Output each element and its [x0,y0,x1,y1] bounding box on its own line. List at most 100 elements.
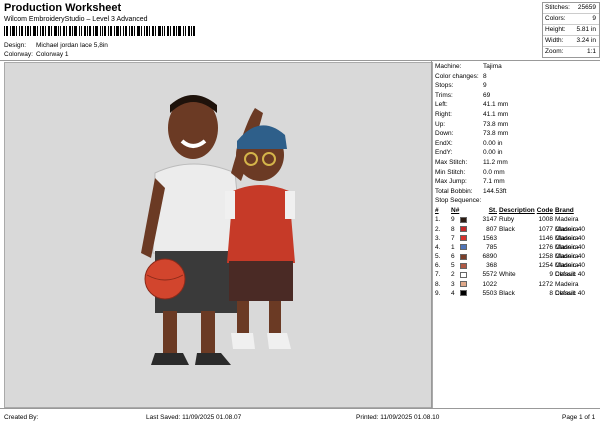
stop-row: 2. 8 807 1077 Madeira Classic 40 [432,225,598,242]
stop-row: 7. 2 5572 White 9 Default [432,270,598,279]
barcode-bar [40,26,41,36]
stop-needle: 2 [451,271,455,279]
barcode-bar [69,26,71,36]
divider [0,60,600,61]
barcode-bar [51,26,52,36]
info-value: 11.2 mm [483,158,508,166]
design-value: Michael jordan lace 5,8in [36,42,108,49]
info-value: 0.0 mm [483,168,505,176]
color-swatch [460,262,467,269]
col-code: Code [536,207,553,215]
machine-info-panel: Machine: Tajima Color changes: 8 Stops: 9 Trim… [432,62,598,298]
stop-brand: Madeira Classic 40 [555,280,585,297]
color-swatch [460,281,467,288]
barcode-bar [4,26,5,36]
stop-description [499,234,531,243]
info-value: 144.53ft [483,187,507,195]
info-value: 0.00 in [483,149,503,157]
info-key: Total Bobbin: [435,187,473,195]
stop-row: 6. 5 368 1254 Madeira Classic 40 [432,261,598,278]
col-st: St. [488,207,497,215]
summary-value: 1:1 [586,48,596,55]
info-key: Left: [435,101,448,109]
stop-stitches: 1563 [482,234,497,242]
info-value: 7.1 mm [483,178,505,186]
page-number: Page 1 of 1 [562,414,596,421]
info-row: EndX: 0.00 in [432,139,598,149]
barcode-bar [120,26,121,36]
barcode-bar [87,26,88,36]
barcode-bar [45,26,46,36]
summary-value: 5.81 in [576,26,596,33]
stop-description [499,243,531,252]
info-row: Max Jump: 7.1 mm [432,177,598,187]
info-key: Max Stitch: [435,158,468,166]
stop-brand: Madeira Classic 40 [555,216,585,233]
info-key: Color changes: [435,72,479,80]
summary-row: Zoom: 1:1 [543,47,599,57]
summary-value: 9 [592,15,596,22]
stop-needle: 1 [451,243,455,251]
color-swatch [460,244,467,251]
info-value: 41.1 mm [483,101,509,109]
barcode-bar [173,26,175,36]
info-row: Stops: 9 [432,81,598,91]
stop-needle: 5 [451,262,455,270]
barcode-bar [193,26,195,36]
barcode-bar [16,26,17,36]
barcode-bar [27,26,29,36]
barcode-bar [134,26,135,36]
info-value: 73.8 mm [483,130,509,138]
barcode-bar [170,26,171,36]
stop-brand: Madeira Classic 40 [555,234,585,251]
color-swatch [460,226,467,232]
stop-num: 4. [435,243,441,251]
info-row: Down: 73.8 mm [432,129,598,139]
stop-num: 7. [435,271,441,279]
embroidery-design-image [141,95,295,365]
barcode-bar [79,26,80,36]
stop-code: 1254 [538,262,553,270]
summary-key: Height: [545,26,566,33]
info-row: Left: 41.1 mm [432,100,598,110]
stop-table-header: # N# St. Description Code Brand [432,206,598,215]
stop-num: 5. [435,253,441,261]
barcode-bar [12,26,15,36]
stop-description: Black [499,289,515,297]
barcode-bar [167,26,169,36]
barcode-bar [89,26,91,36]
barcode-bar [137,26,140,36]
color-swatch [460,235,467,242]
summary-box: Stitches: 25659 Colors: 9 Height: 5.81 in Widt… [542,2,600,58]
summary-row: Colors: 9 [543,14,599,25]
stop-needle: 6 [451,253,455,261]
color-swatch [460,253,467,260]
stop-row: 9. 4 5503 Black 8 Default [432,289,598,298]
barcode-bar [81,26,82,36]
info-value: 9 [483,82,487,90]
stop-description: Ruby Black [499,216,515,233]
info-key: Max Jump: [435,178,467,186]
info-row: Max Stitch: 11.2 mm [432,158,598,168]
info-key: EndY: [435,149,453,157]
stop-stitches: 807 [486,225,497,233]
info-row: Up: 73.8 mm [432,120,598,130]
barcode-bar [100,26,101,36]
info-value: 8 [483,72,487,80]
created-by: Created By: [4,414,39,421]
summary-key: Colors: [545,15,566,22]
stop-num: 3. [435,234,441,242]
stop-row: 5. 6 6890 1258 Madeira Classic 40 [432,252,598,269]
info-value: 69 [483,91,491,99]
barcode-bar [162,26,163,36]
barcode-bar [178,26,181,36]
stop-description: White [499,271,516,279]
barcode-bar [25,26,26,36]
col-n: N# [451,207,460,215]
barcode-bar [164,26,165,36]
printed-date: Printed: 11/09/2025 01.08.10 [356,414,440,421]
stop-needle: 4 [451,289,455,297]
footer: Created By: Last Saved: 11/09/2025 01.08… [0,412,600,424]
stop-brand: Madeira Classic 40 [555,243,585,261]
stop-brand: Default [555,271,576,279]
